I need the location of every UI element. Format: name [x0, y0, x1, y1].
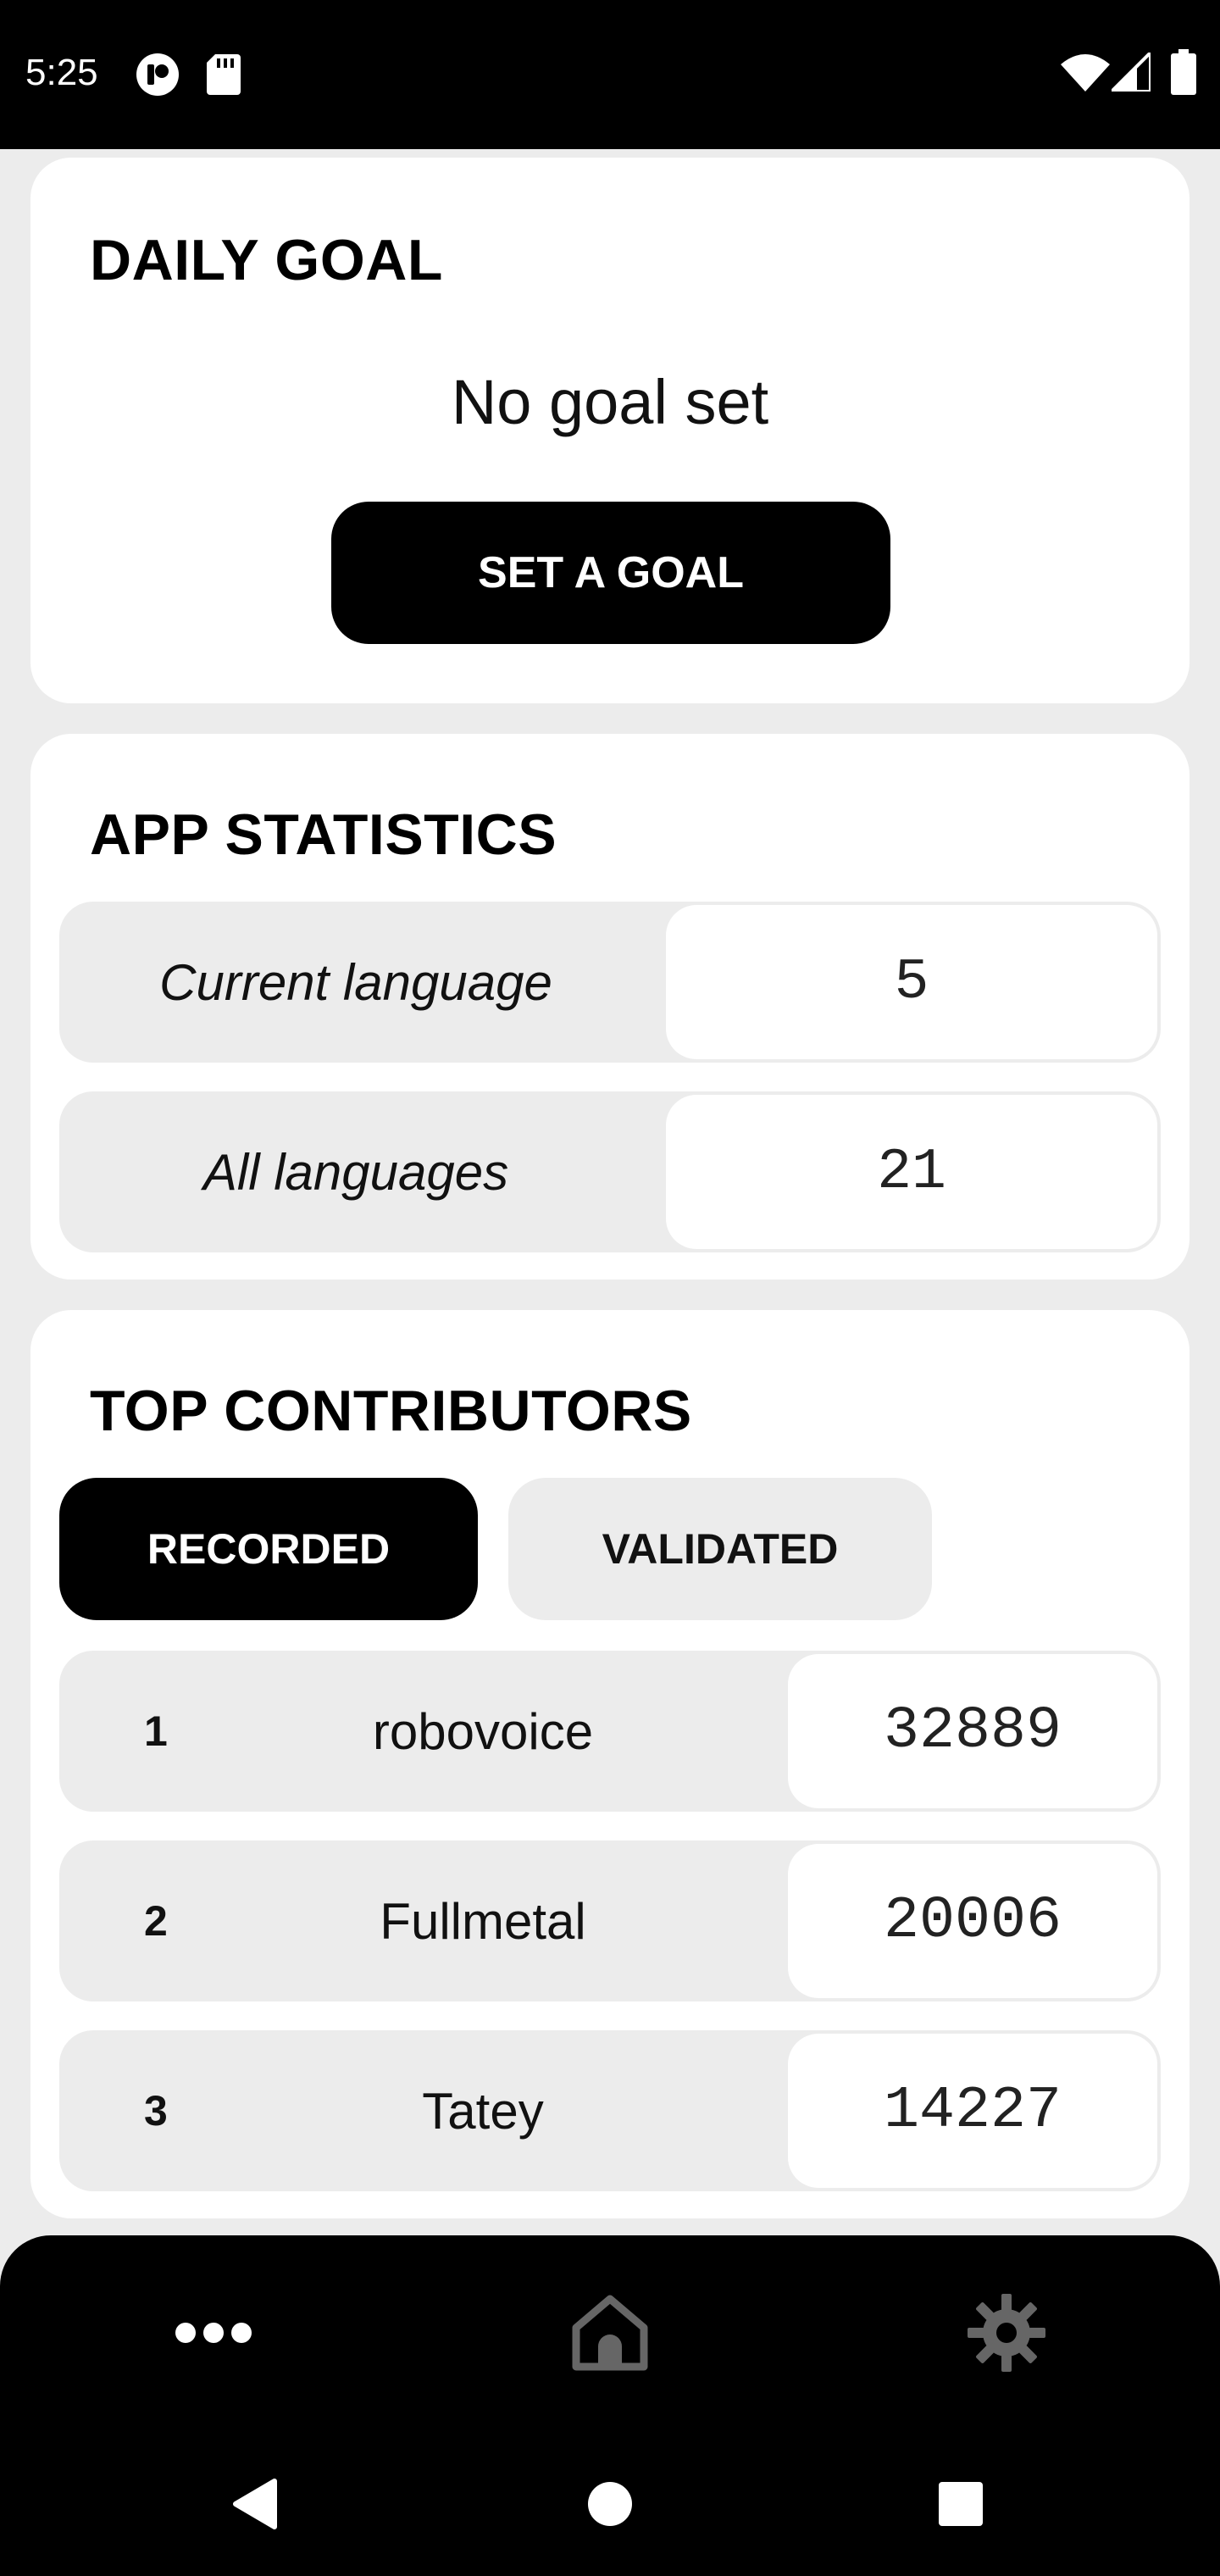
- system-back-button[interactable]: [203, 2457, 305, 2551]
- settings-gear-icon: [968, 2294, 1045, 2372]
- contributor-rank: 3: [144, 2087, 168, 2135]
- contributor-row: 1 robovoice 32889: [59, 1651, 1161, 1812]
- stat-value: 21: [666, 1095, 1157, 1249]
- home-icon: [572, 2295, 648, 2371]
- app-statistics-card: APP STATISTICS Current language 5 All la…: [30, 734, 1190, 1280]
- app-statistics-title: APP STATISTICS: [90, 802, 557, 867]
- stat-label: All languages: [202, 1143, 509, 1201]
- system-recents-button[interactable]: [910, 2457, 1012, 2551]
- more-dots-icon: [175, 2323, 252, 2343]
- system-home-button[interactable]: [559, 2457, 661, 2551]
- wifi-icon: [1061, 54, 1110, 92]
- set-goal-button[interactable]: SET A GOAL: [331, 502, 890, 644]
- stat-row-all-languages: All languages 21: [59, 1091, 1161, 1252]
- contributor-rank: 2: [144, 1897, 168, 1945]
- goal-status-text: No goal set: [451, 367, 769, 437]
- daily-goal-card: DAILY GOAL No goal set SET A GOAL: [30, 158, 1190, 703]
- contributor-name: robovoice: [372, 1702, 594, 1760]
- back-icon: [233, 2479, 277, 2529]
- stat-row-current-language: Current language 5: [59, 902, 1161, 1063]
- cell-signal-icon: [1112, 53, 1151, 92]
- nav-more-button[interactable]: [146, 2269, 281, 2396]
- tab-recorded[interactable]: RECORDED: [59, 1478, 478, 1620]
- contributor-count: 20006: [788, 1844, 1157, 1998]
- status-bar: 5:25: [0, 0, 1220, 149]
- battery-icon: [1171, 49, 1196, 95]
- sd-card-icon: [207, 54, 241, 95]
- contributor-row: 2 Fullmetal 20006: [59, 1840, 1161, 2001]
- contributor-row: 3 Tatey 14227: [59, 2030, 1161, 2191]
- status-time: 5:25: [25, 52, 98, 93]
- stat-label: Current language: [159, 953, 552, 1011]
- stat-value: 5: [666, 905, 1157, 1059]
- contributor-name: Fullmetal: [380, 1892, 586, 1950]
- contributor-rank: 1: [144, 1707, 168, 1755]
- recents-square-icon: [939, 2482, 983, 2526]
- nav-settings-button[interactable]: [939, 2269, 1074, 2396]
- home-circle-icon: [588, 2482, 632, 2526]
- contributor-name: Tatey: [422, 2082, 544, 2140]
- contributor-count: 32889: [788, 1654, 1157, 1808]
- nav-home-button[interactable]: [542, 2269, 678, 2396]
- contributor-count: 14227: [788, 2034, 1157, 2188]
- daily-goal-title: DAILY GOAL: [90, 228, 443, 292]
- tab-validated[interactable]: VALIDATED: [508, 1478, 932, 1620]
- bottom-navigation: [0, 2235, 1220, 2432]
- top-contributors-title: TOP CONTRIBUTORS: [90, 1379, 692, 1443]
- system-navigation-bar: [0, 2432, 1220, 2576]
- notification-app-icon: [136, 53, 179, 96]
- main-content[interactable]: DAILY GOAL No goal set SET A GOAL APP ST…: [0, 149, 1220, 2235]
